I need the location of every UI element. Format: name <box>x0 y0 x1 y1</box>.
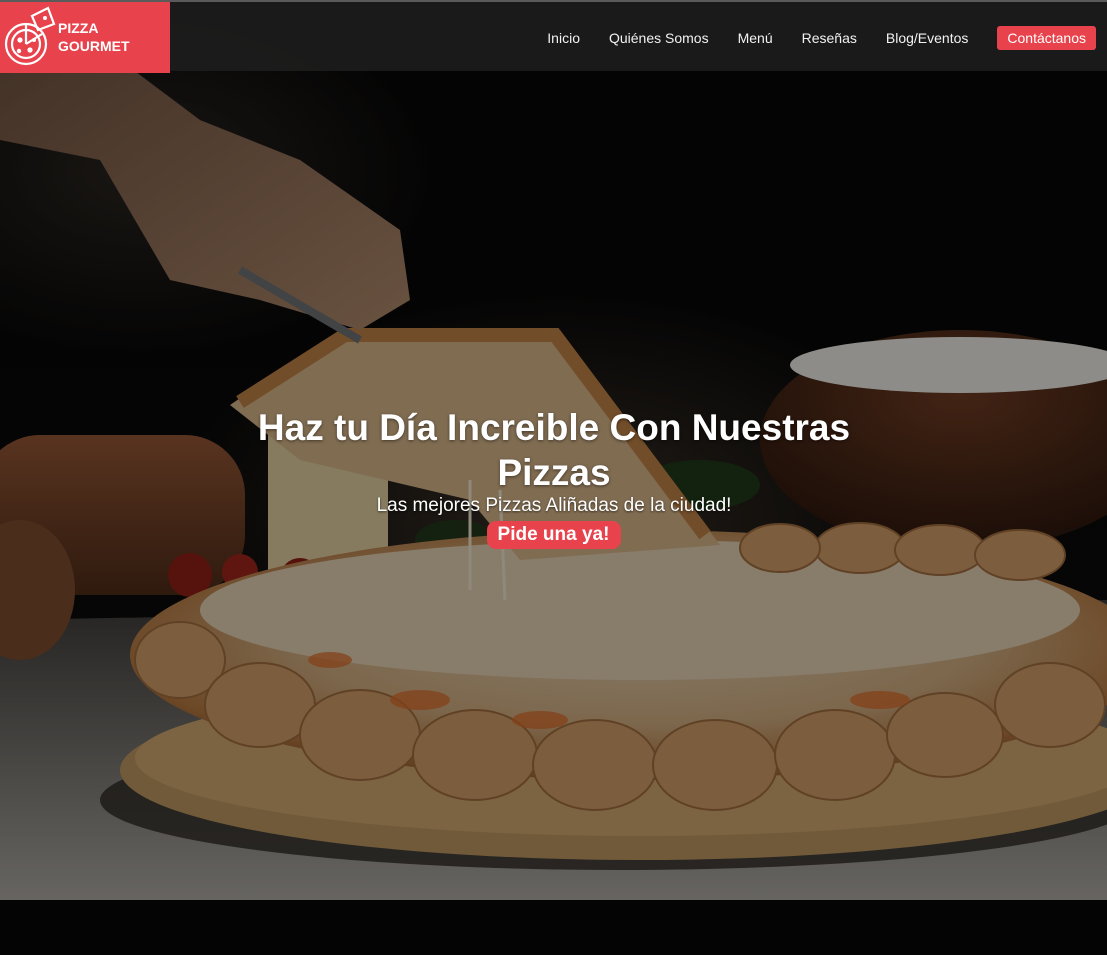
top-navigation-bar: PIZZA GOURMET Inicio Quiénes Somos Menú … <box>0 0 1107 73</box>
hero-content: Haz tu Día Increible Con Nuestras Pizzas… <box>229 405 879 549</box>
hero-subtitle: Las mejores Pizzas Aliñadas de la ciudad… <box>376 495 732 516</box>
main-nav: Inicio Quiénes Somos Menú Reseñas Blog/E… <box>518 2 1107 73</box>
nav-item-quienes-somos[interactable]: Quiénes Somos <box>609 30 709 46</box>
brand-name-line1: PIZZA <box>58 20 99 36</box>
hero-title: Haz tu Día Increible Con Nuestras Pizzas <box>257 407 851 493</box>
order-now-button[interactable]: Pide una ya! <box>486 521 622 549</box>
nav-item-resenas[interactable]: Reseñas <box>802 30 857 46</box>
brand-name-line2: GOURMET <box>58 38 130 54</box>
nav-item-menu[interactable]: Menú <box>738 30 773 46</box>
nav-item-blog-eventos[interactable]: Blog/Eventos <box>886 30 969 46</box>
brand-logo[interactable]: PIZZA GOURMET <box>0 2 170 73</box>
nav-item-inicio[interactable]: Inicio <box>547 30 580 46</box>
contact-button[interactable]: Contáctanos <box>997 25 1096 50</box>
brand-name: PIZZA GOURMET <box>58 19 130 55</box>
page-bottom-edge <box>0 900 1107 955</box>
pizza-icon <box>4 6 56 66</box>
